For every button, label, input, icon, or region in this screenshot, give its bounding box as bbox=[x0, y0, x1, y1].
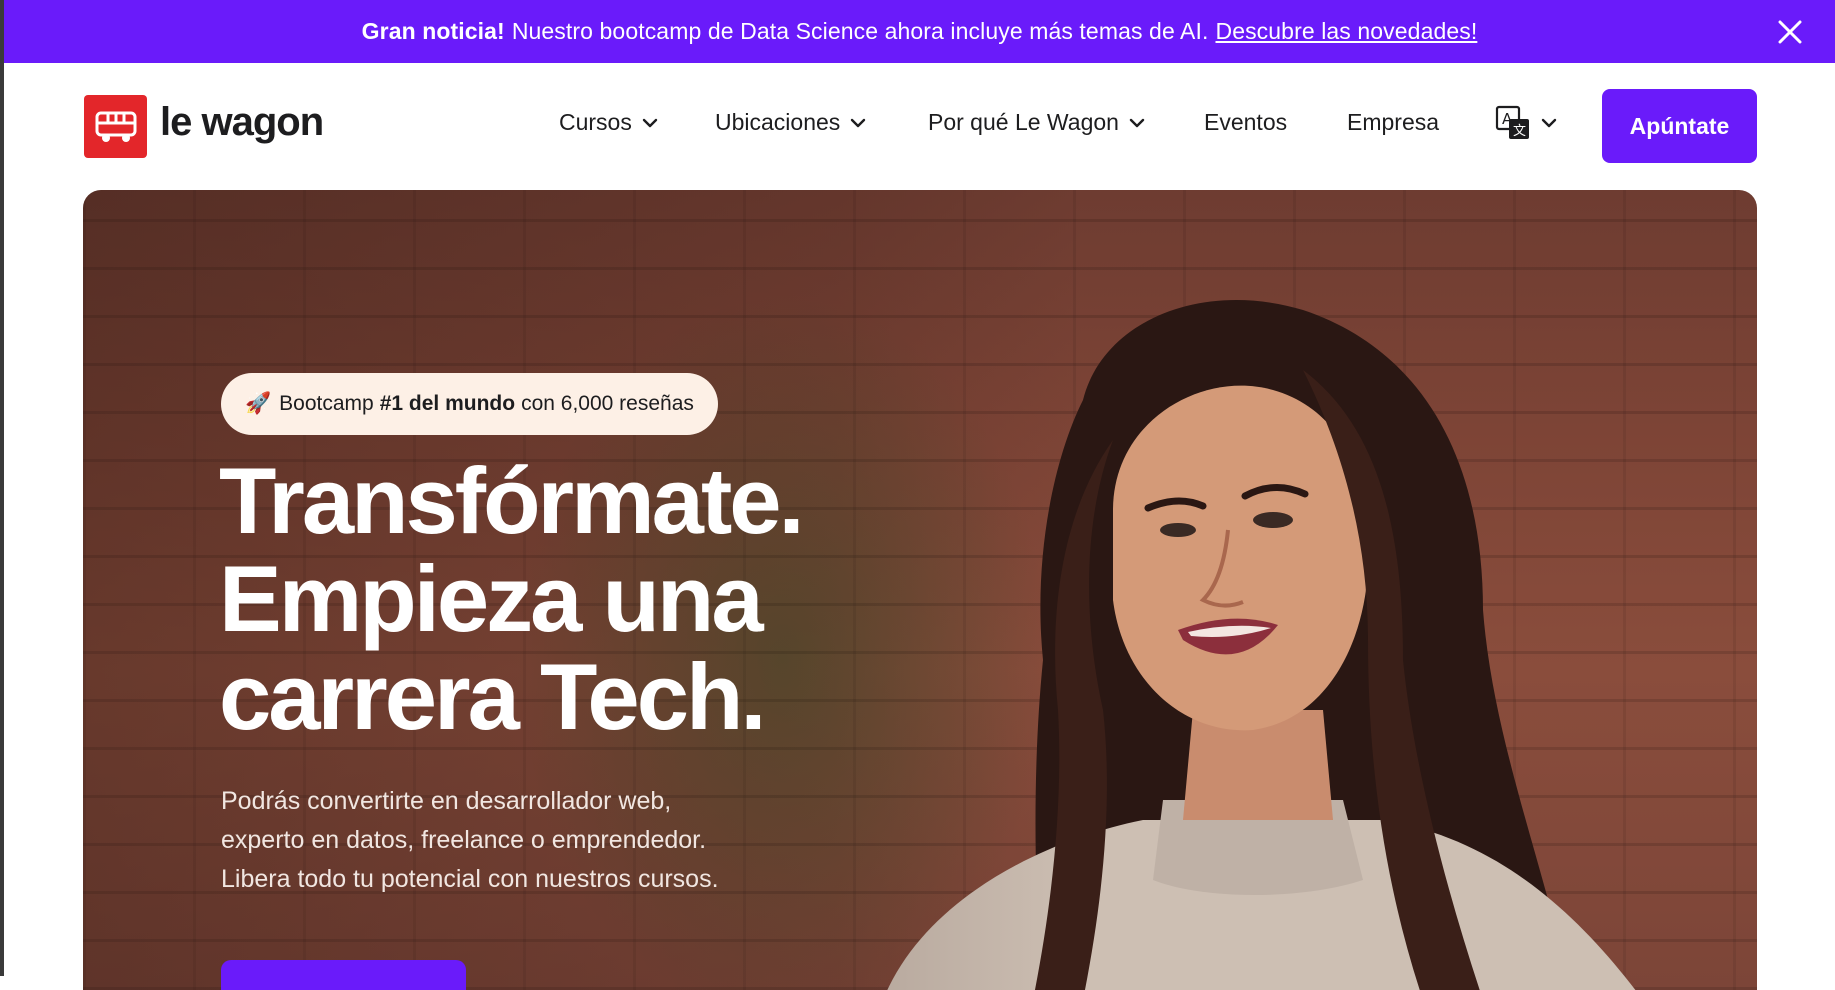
chevron-down-icon bbox=[1129, 118, 1145, 127]
announcement-text: Nuestro bootcamp de Data Science ahora i… bbox=[511, 18, 1209, 44]
nav-label: Empresa bbox=[1347, 109, 1440, 135]
close-icon[interactable] bbox=[1775, 17, 1805, 47]
nav-item-eventos[interactable]: Eventos bbox=[1204, 109, 1287, 136]
nav-item-empresa[interactable]: Empresa bbox=[1347, 109, 1439, 136]
nav-label: Eventos bbox=[1204, 109, 1288, 135]
chevron-down-icon bbox=[1541, 118, 1557, 128]
nav-item-cursos[interactable]: Cursos bbox=[559, 109, 658, 136]
hero-headline: Transfórmate. Empieza una carrera Tech. bbox=[219, 452, 919, 746]
rocket-icon: 🚀 bbox=[245, 392, 272, 415]
translate-icon: A 文 bbox=[1495, 105, 1529, 139]
headline-line: Transfórmate. bbox=[219, 448, 805, 553]
nav-item-por-que[interactable]: Por qué Le Wagon bbox=[928, 109, 1145, 136]
chevron-down-icon bbox=[851, 118, 866, 127]
badge-bold: #1 del mundo bbox=[379, 392, 516, 415]
nav-label: Ubicaciones bbox=[715, 109, 841, 135]
bus-icon[interactable] bbox=[84, 95, 147, 158]
ranking-badge: 🚀 Bootcamp #1 del mundo con 6,000 reseña… bbox=[221, 373, 718, 435]
nav-label: Por qué Le Wagon bbox=[928, 109, 1119, 135]
nav-item-ubicaciones[interactable]: Ubicaciones bbox=[715, 109, 866, 136]
announcement-bar: Gran noticia! Nuestro bootcamp de Data S… bbox=[4, 0, 1835, 63]
announcement-link[interactable]: Descubre las novedades! bbox=[1215, 18, 1477, 45]
logo-text[interactable]: le wagon bbox=[160, 100, 324, 145]
svg-text:文: 文 bbox=[1513, 124, 1526, 139]
hero-cta-button[interactable] bbox=[221, 960, 466, 990]
nav-label: Cursos bbox=[559, 109, 632, 135]
hero-subtext: Podrás convertirte en desarrollador web,… bbox=[221, 787, 719, 893]
hero-section: 🚀 Bootcamp #1 del mundo con 6,000 reseña… bbox=[83, 190, 1757, 990]
headline-line: carrera Tech. bbox=[219, 644, 767, 749]
signup-button[interactable]: Apúntate bbox=[1602, 89, 1757, 163]
badge-suffix: con 6,000 reseñas bbox=[521, 392, 694, 415]
announcement-bold: Gran noticia! bbox=[361, 18, 505, 44]
language-selector[interactable]: A 文 bbox=[1495, 105, 1557, 141]
headline-line: Empieza una bbox=[219, 546, 764, 651]
chevron-down-icon bbox=[642, 118, 658, 127]
site-header: le wagon Cursos Ubicaciones Por qué Le W… bbox=[4, 63, 1835, 190]
badge-prefix: Bootcamp bbox=[279, 392, 374, 415]
